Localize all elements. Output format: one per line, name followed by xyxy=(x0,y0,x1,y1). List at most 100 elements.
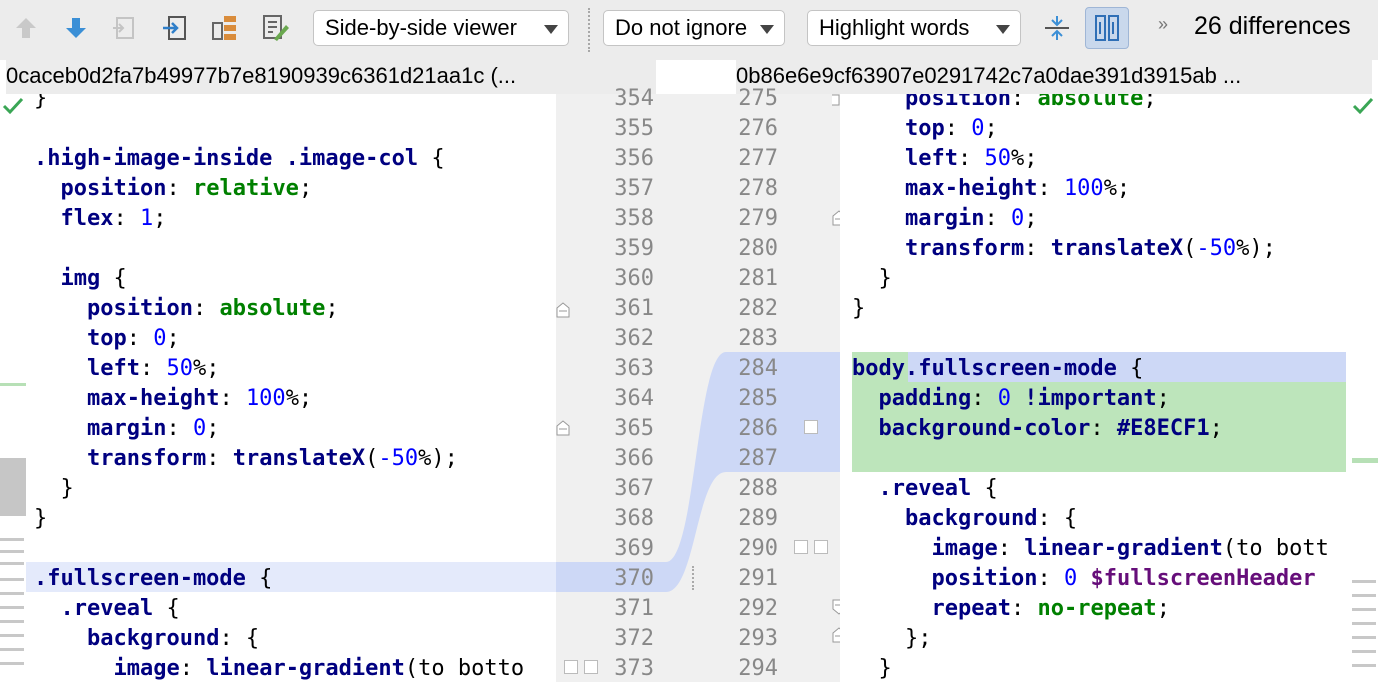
stripe-mark xyxy=(0,648,24,651)
stripe-mark xyxy=(0,620,24,623)
edit-source-icon[interactable] xyxy=(258,10,292,46)
right-code-line[interactable]: }; xyxy=(852,624,1329,654)
right-code-line[interactable] xyxy=(852,324,1329,354)
collapse-unchanged-icon[interactable] xyxy=(1040,10,1074,46)
right-code-line[interactable]: } xyxy=(852,654,1329,682)
left-code-line[interactable]: position: absolute; xyxy=(34,294,524,324)
left-code-line[interactable] xyxy=(34,234,524,264)
right-code-line[interactable]: top: 0; xyxy=(852,114,1329,144)
right-editor[interactable]: position: absolute; top: 0; left: 50%; m… xyxy=(840,94,1346,682)
chevron-down-icon xyxy=(544,25,558,34)
right-code-line[interactable]: background-color: #E8ECF1; xyxy=(852,414,1329,444)
overflow-chevron-icon[interactable]: » xyxy=(1158,14,1168,35)
right-code-line[interactable]: padding: 0 !important; xyxy=(852,384,1329,414)
apply-checkbox[interactable] xyxy=(794,540,808,554)
compare-next-file-icon[interactable] xyxy=(158,10,192,46)
scroll-thumb[interactable] xyxy=(0,458,26,516)
right-line-numbers: 275 276 277 278 279 280 281 282 283 284 285 286 287 2… xyxy=(716,84,778,684)
left-code-line[interactable]: transform: translateX(-50%); xyxy=(34,444,524,474)
previous-difference-icon[interactable] xyxy=(9,10,43,46)
left-code-line[interactable]: background: { xyxy=(34,624,524,654)
left-line-number: 366 xyxy=(614,446,654,471)
highlight-mode-dropdown[interactable]: Highlight words xyxy=(807,10,1021,46)
right-line-number: 291 xyxy=(738,566,778,591)
right-code-line[interactable]: repeat: no-repeat; xyxy=(852,594,1329,624)
left-line-number: 365 xyxy=(614,416,654,441)
left-line-number: 356 xyxy=(614,146,654,171)
fold-marker-icon[interactable] xyxy=(832,94,840,106)
right-code-line[interactable]: position: 0 $fullscreenHeader xyxy=(852,564,1329,594)
viewer-mode-value: Side-by-side viewer xyxy=(325,15,517,40)
left-line-number: 372 xyxy=(614,626,654,651)
right-code-line[interactable] xyxy=(852,444,1329,474)
left-code-line[interactable]: } xyxy=(34,474,524,504)
left-line-number: 364 xyxy=(614,386,654,411)
stripe-mark xyxy=(0,606,24,609)
right-line-number: 279 xyxy=(738,206,778,231)
right-line-number: 294 xyxy=(738,656,778,681)
right-line-number: 290 xyxy=(738,536,778,561)
apply-checkbox[interactable] xyxy=(814,540,828,554)
right-line-number: 275 xyxy=(738,86,778,111)
fold-marker-icon[interactable] xyxy=(556,302,570,318)
left-code-line[interactable]: image: linear-gradient(to botto xyxy=(34,654,524,682)
right-code-line[interactable]: transform: translateX(-50%); xyxy=(852,234,1329,264)
ignore-mode-value: Do not ignore xyxy=(615,15,748,40)
right-code-line[interactable]: } xyxy=(852,264,1329,294)
left-code-line[interactable]: img { xyxy=(34,264,524,294)
left-code-line[interactable]: } xyxy=(34,504,524,534)
right-code-line[interactable]: } xyxy=(852,294,1329,324)
left-line-number: 367 xyxy=(614,476,654,501)
left-code-line[interactable]: .fullscreen-mode { xyxy=(34,564,524,594)
navigate-icon[interactable] xyxy=(208,10,242,46)
right-error-stripe xyxy=(1346,94,1378,682)
right-line-number: 283 xyxy=(738,326,778,351)
left-line-number: 363 xyxy=(614,356,654,381)
apply-checkbox[interactable] xyxy=(804,420,818,434)
left-editor[interactable]: } .high-image-inside .image-col { positi… xyxy=(0,94,556,682)
stripe-mark xyxy=(0,662,24,665)
differences-count: 26 differences xyxy=(1194,12,1351,40)
right-line-number: 284 xyxy=(738,356,778,381)
right-line-number: 282 xyxy=(738,296,778,321)
viewer-mode-dropdown[interactable]: Side-by-side viewer xyxy=(313,10,569,46)
right-code-line[interactable]: .reveal { xyxy=(852,474,1329,504)
next-difference-icon[interactable] xyxy=(59,10,93,46)
left-code-line[interactable]: .high-image-inside .image-col { xyxy=(34,144,524,174)
left-code-line[interactable] xyxy=(34,534,524,564)
highlight-mode-value: Highlight words xyxy=(819,15,970,40)
right-code-line[interactable]: image: linear-gradient(to bott xyxy=(852,534,1328,564)
stripe-mark xyxy=(0,634,24,637)
compare-previous-file-icon[interactable] xyxy=(108,10,142,46)
right-code-line[interactable]: background: { xyxy=(852,504,1329,534)
left-line-number: 355 xyxy=(614,116,654,141)
left-line-number: 370 xyxy=(614,566,654,591)
splitter-handle[interactable] xyxy=(692,566,702,590)
right-code-line[interactable]: margin: 0; xyxy=(852,204,1329,234)
right-code-line[interactable]: left: 50%; xyxy=(852,144,1329,174)
ignore-mode-dropdown[interactable]: Do not ignore xyxy=(603,10,785,46)
right-code-line[interactable]: max-height: 100%; xyxy=(852,174,1329,204)
stripe-mark xyxy=(1352,636,1376,639)
left-code-line[interactable]: } xyxy=(34,94,524,114)
left-line-number: 358 xyxy=(614,206,654,231)
left-code-line[interactable]: top: 0; xyxy=(34,324,524,354)
left-code-line[interactable] xyxy=(34,114,524,144)
apply-checkbox[interactable] xyxy=(584,660,598,674)
apply-checkbox[interactable] xyxy=(564,660,578,674)
right-code-line[interactable]: position: absolute; xyxy=(852,94,1329,114)
left-code-line[interactable]: left: 50%; xyxy=(34,354,524,384)
left-code-line[interactable]: margin: 0; xyxy=(34,414,524,444)
chevron-down-icon xyxy=(760,25,774,34)
right-code-line[interactable]: body.fullscreen-mode { xyxy=(852,354,1329,384)
right-code-lines: position: absolute; top: 0; left: 50%; m… xyxy=(852,94,1329,682)
synchronize-scrolling-icon[interactable] xyxy=(1085,7,1129,49)
fold-marker-icon[interactable] xyxy=(556,420,570,436)
left-line-number: 369 xyxy=(614,536,654,561)
diff-toolbar: Side-by-side viewer Do not ignore Highli… xyxy=(0,0,1378,60)
left-code-line[interactable]: max-height: 100%; xyxy=(34,384,524,414)
left-code-line[interactable]: .reveal { xyxy=(34,594,524,624)
left-line-numbers: 354 355 356 357 358 359 360 361 362 363 364 365 366 3… xyxy=(576,84,654,684)
left-code-line[interactable]: flex: 1; xyxy=(34,204,524,234)
left-code-line[interactable]: position: relative; xyxy=(34,174,524,204)
